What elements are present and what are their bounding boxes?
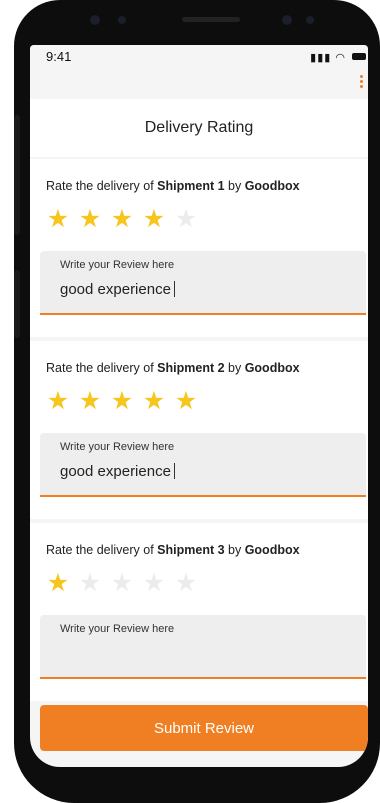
side-button bbox=[14, 270, 20, 338]
app-screen: 9:41 ▮▮▮ ◠ Delivery Rating Rate the deli… bbox=[30, 45, 368, 767]
company-name: Goodbox bbox=[244, 179, 300, 193]
rating-card: Rate the delivery of Shipment 1 by Goodb… bbox=[30, 159, 368, 337]
star-rating: ★ ★ ★ ★ ★ bbox=[46, 207, 198, 232]
camera-icon bbox=[282, 15, 292, 25]
battery-icon bbox=[352, 53, 366, 60]
review-input[interactable]: Write your Review here bbox=[40, 615, 366, 679]
shipment-name: Shipment 3 bbox=[157, 543, 225, 557]
star-icon[interactable]: ★ bbox=[110, 389, 134, 414]
star-icon[interactable]: ★ bbox=[142, 571, 166, 596]
company-name: Goodbox bbox=[244, 361, 300, 375]
company-name: Goodbox bbox=[244, 543, 300, 557]
review-label: Write your Review here bbox=[60, 623, 175, 635]
star-icon[interactable]: ★ bbox=[46, 207, 70, 232]
review-input[interactable]: Write your Review here good experience bbox=[40, 251, 366, 315]
star-icon[interactable]: ★ bbox=[46, 389, 70, 414]
star-icon[interactable]: ★ bbox=[46, 571, 70, 596]
status-time: 9:41 bbox=[46, 49, 72, 64]
speaker bbox=[182, 17, 240, 22]
rate-prompt: Rate the delivery of Shipment 3 by Goodb… bbox=[46, 543, 300, 557]
side-button bbox=[14, 115, 20, 235]
star-icon[interactable]: ★ bbox=[110, 571, 134, 596]
review-label: Write your Review here bbox=[60, 441, 175, 453]
star-icon[interactable]: ★ bbox=[78, 207, 102, 232]
rating-card: Rate the delivery of Shipment 3 by Goodb… bbox=[30, 523, 368, 701]
status-bar: 9:41 ▮▮▮ ◠ bbox=[30, 45, 368, 69]
submit-review-button[interactable]: Submit Review bbox=[40, 705, 368, 751]
star-icon[interactable]: ★ bbox=[142, 389, 166, 414]
camera-icon bbox=[90, 15, 100, 25]
star-rating: ★ ★ ★ ★ ★ bbox=[46, 389, 198, 414]
kebab-menu-icon[interactable] bbox=[360, 75, 364, 91]
review-label: Write your Review here bbox=[60, 259, 175, 271]
star-icon[interactable]: ★ bbox=[78, 389, 102, 414]
rate-prompt: Rate the delivery of Shipment 2 by Goodb… bbox=[46, 361, 300, 375]
sensor-icon bbox=[306, 16, 314, 24]
rating-card: Rate the delivery of Shipment 2 by Goodb… bbox=[30, 341, 368, 519]
shipment-name: Shipment 1 bbox=[157, 179, 225, 193]
review-text: good experience bbox=[60, 281, 175, 298]
star-icon[interactable]: ★ bbox=[174, 207, 198, 232]
star-icon[interactable]: ★ bbox=[110, 207, 134, 232]
star-icon[interactable]: ★ bbox=[78, 571, 102, 596]
rate-prompt: Rate the delivery of Shipment 1 by Goodb… bbox=[46, 179, 300, 193]
signal-wifi-icon: ▮▮▮ ◠ bbox=[310, 52, 346, 64]
phone-notch bbox=[62, 8, 352, 32]
review-text: good experience bbox=[60, 463, 175, 480]
star-icon[interactable]: ★ bbox=[142, 207, 166, 232]
shipment-name: Shipment 2 bbox=[157, 361, 225, 375]
review-input[interactable]: Write your Review here good experience bbox=[40, 433, 366, 497]
sensor-icon bbox=[118, 16, 126, 24]
star-icon[interactable]: ★ bbox=[174, 389, 198, 414]
app-bar bbox=[30, 69, 368, 99]
star-icon[interactable]: ★ bbox=[174, 571, 198, 596]
star-rating: ★ ★ ★ ★ ★ bbox=[46, 571, 198, 596]
page-title: Delivery Rating bbox=[30, 99, 368, 157]
